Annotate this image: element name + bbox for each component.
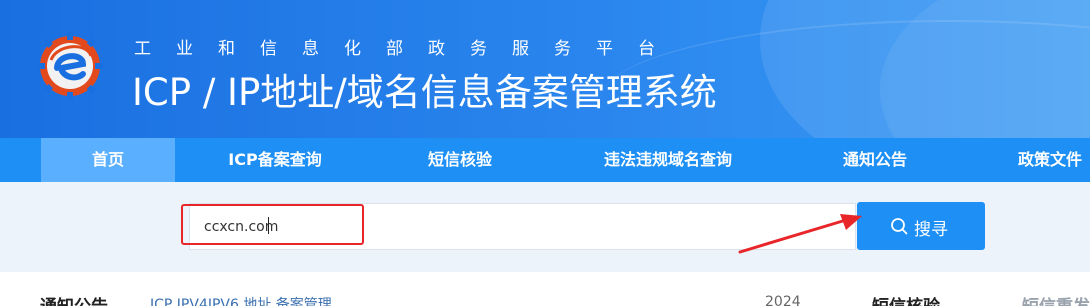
search-button[interactable]: 搜寻	[857, 202, 985, 250]
sms-resend-heading: 短信重发	[1022, 292, 1090, 306]
site-subtitle: 工业和信息化部政务服务平台	[134, 39, 680, 59]
search-icon	[891, 218, 908, 235]
site-title: ICP / IP地址/域名信息备案管理系统	[132, 71, 717, 114]
header-banner: 工业和信息化部政务服务平台 ICP / IP地址/域名信息备案管理系统	[0, 0, 1090, 138]
nav-item-icp-query[interactable]: ICP备案查询	[205, 138, 345, 182]
search-button-label: 搜寻	[914, 220, 948, 240]
notice-date: 2024	[765, 294, 801, 306]
annotation-highlight-box	[181, 204, 364, 245]
logo-icon	[37, 32, 103, 100]
nav-item-notices[interactable]: 通知公告	[815, 138, 935, 182]
nav-item-home[interactable]: 首页	[41, 138, 175, 182]
bottom-section: 通知公告 ICP IPV4IPV6 地址 备案管理... 2024 短信核验 短…	[0, 272, 1090, 306]
sms-verify-heading: 短信核验	[872, 292, 940, 306]
search-area: 搜寻	[0, 182, 1090, 272]
notices-heading: 通知公告	[40, 292, 108, 306]
nav-item-sms-verify[interactable]: 短信核验	[400, 138, 520, 182]
nav-item-illegal-domain-query[interactable]: 违法违规域名查询	[578, 138, 758, 182]
nav-item-policy-docs[interactable]: 政策文件	[990, 138, 1090, 182]
main-nav: 首页 ICP备案查询 短信核验 违法违规域名查询 通知公告 政策文件	[0, 138, 1090, 182]
annotation-arrow-icon	[738, 214, 862, 254]
notice-link[interactable]: ICP IPV4IPV6 地址 备案管理...	[150, 294, 345, 306]
